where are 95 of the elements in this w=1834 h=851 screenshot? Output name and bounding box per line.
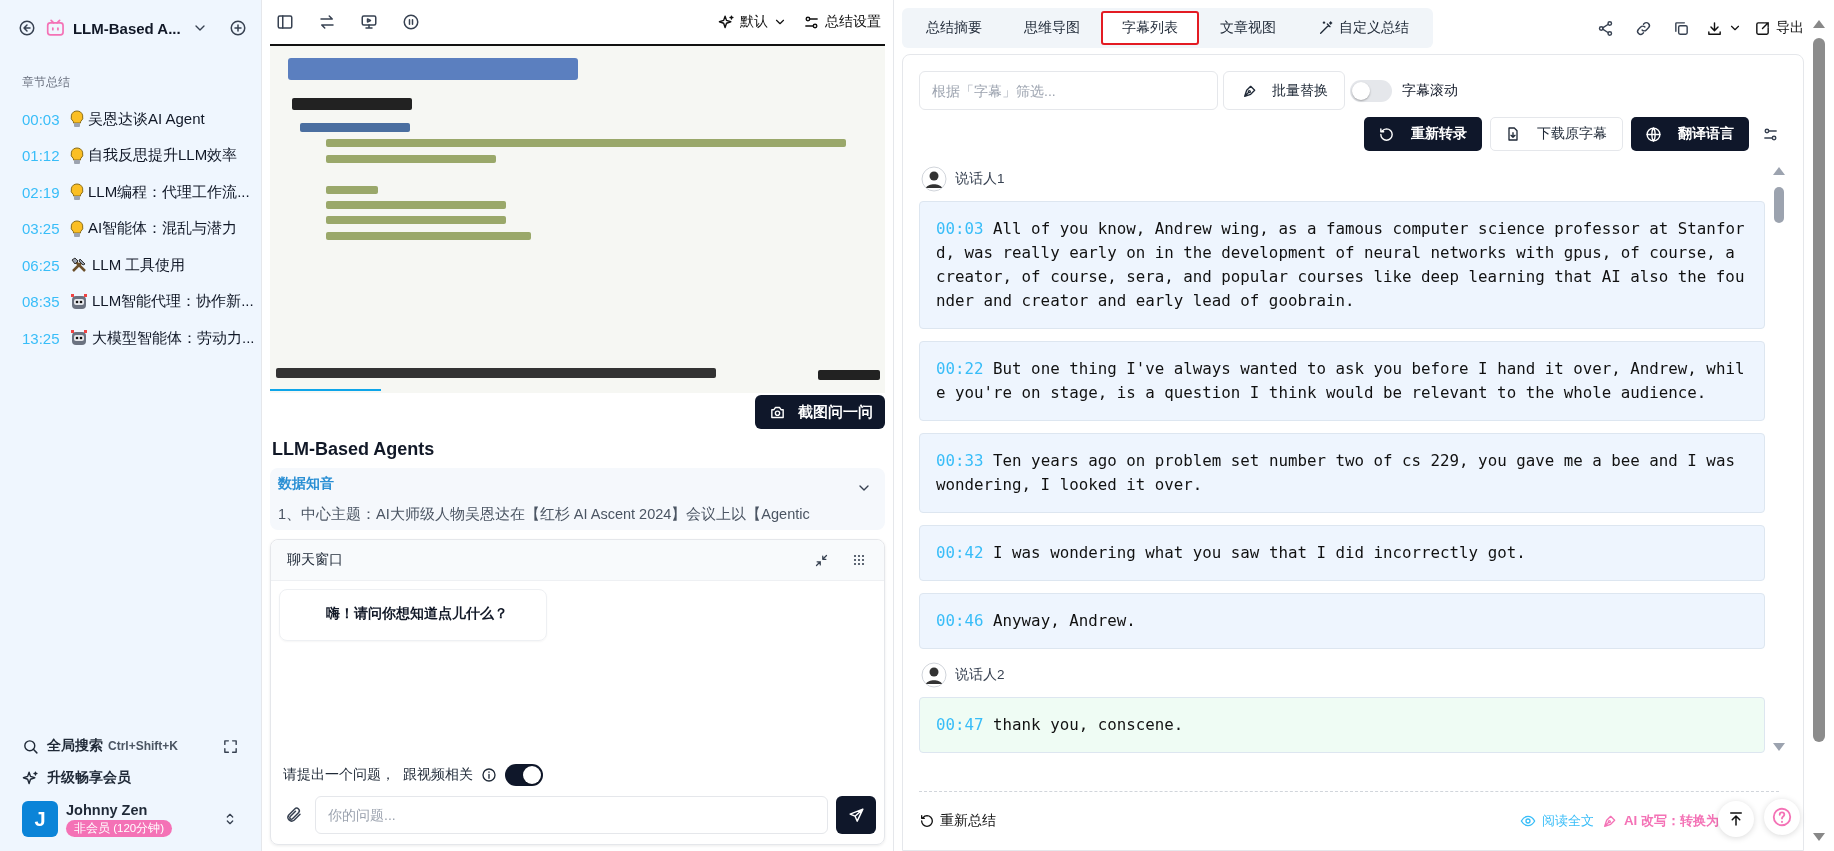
attach-icon[interactable]	[285, 806, 303, 824]
subtitle-segment[interactable]: 00:46 Anyway, Andrew.	[919, 593, 1765, 649]
sparkle-icon	[718, 13, 735, 31]
speaker-avatar	[921, 662, 947, 688]
download-icon	[1706, 19, 1723, 37]
scroll-thumb[interactable]	[1774, 187, 1784, 223]
tab[interactable]: 总结摘要	[905, 11, 1003, 45]
share-icon[interactable]	[1596, 19, 1614, 37]
refresh-icon	[919, 813, 935, 829]
chapter-item[interactable]: 08:35 LLM智能代理：协作新...	[0, 283, 261, 320]
file-download-icon	[1505, 126, 1521, 142]
filter-field[interactable]: 根据「字幕」筛选...	[919, 71, 1218, 110]
scroll-thumb[interactable]	[1813, 38, 1825, 742]
chapter-item[interactable]: 13:25 大模型智能体：劳动力...	[0, 320, 261, 357]
lightbulb-icon	[70, 183, 84, 202]
lightbulb-icon	[70, 146, 84, 165]
search-label[interactable]: 全局搜索	[47, 737, 103, 755]
chapter-item[interactable]: 03:25 AI智能体：混乱与潜力	[0, 210, 261, 247]
link-icon[interactable]	[1634, 19, 1652, 37]
speaker-name: 说话人2	[955, 666, 1005, 684]
subtitle-segment[interactable]: 00:03 All of you know, Andrew wing, as a famous computer science professor at Stanford, was really early on in the development of neural networks with gpus, of course, a creator, of course, sera, and popular courses like deep learning that AI also the founder and creator and early lead of goobrain.	[919, 201, 1765, 329]
copy-icon[interactable]	[1672, 19, 1690, 37]
send-button[interactable]	[836, 796, 876, 834]
tab[interactable]: 思维导图	[1003, 11, 1101, 45]
eye-icon	[1519, 813, 1536, 829]
upgrade-link[interactable]: 升级畅享会员	[47, 769, 131, 787]
regenerate-button[interactable]: 重新总结	[919, 812, 996, 830]
summary-text: 1、中心主题：AI大师级人物吴恩达在【红杉 AI Ascent 2024】会议上以【Agentic	[278, 505, 811, 524]
refresh-icon	[1378, 125, 1395, 143]
robot-icon	[70, 292, 88, 311]
section-label: 章节总结	[22, 74, 71, 91]
swap-icon[interactable]	[318, 13, 336, 31]
chat-message: 嗨！请问你想知道点儿什么？	[279, 589, 547, 641]
chapter-item[interactable]: 06:25 LLM 工具使用	[0, 247, 261, 284]
screenshot-ask-button[interactable]: 截图问一问	[755, 395, 885, 429]
action-button[interactable]: 翻译语言	[1631, 117, 1749, 151]
info-icon	[481, 767, 497, 783]
grid-icon[interactable]	[851, 552, 867, 568]
tab[interactable]: 文章视图	[1199, 11, 1297, 45]
export-button[interactable]: 导出	[1754, 19, 1804, 37]
tab[interactable]: 字幕列表	[1101, 11, 1199, 45]
back-to-top-button[interactable]	[1718, 801, 1754, 837]
sparkle-icon	[22, 769, 39, 787]
lightbulb-icon	[70, 110, 84, 129]
membership-badge: 非会员 (120分钟)	[66, 819, 173, 837]
action-button[interactable]: 重新转录	[1364, 117, 1482, 151]
lightbulb-icon	[70, 219, 84, 238]
action-button[interactable]: 下载原字幕	[1490, 117, 1623, 151]
export-icon	[1754, 19, 1771, 37]
summary-title: LLM-Based Agents	[272, 439, 436, 460]
subtitle-scroll-label: 字幕滚动	[1402, 81, 1458, 100]
help-button[interactable]	[1764, 799, 1800, 835]
globe-icon	[1645, 125, 1662, 143]
question-hint: 请提出一个问题，	[283, 766, 395, 784]
speaker-name: 说话人1	[955, 170, 1005, 188]
screen-icon[interactable]	[360, 13, 378, 31]
chapter-item[interactable]: 01:12 自我反思提升LLM效率	[0, 137, 261, 174]
pause-icon[interactable]	[402, 13, 420, 31]
robot-tv-icon	[46, 18, 65, 38]
subtitle-scroll-toggle[interactable]	[1350, 79, 1392, 102]
minimize-icon[interactable]	[813, 552, 829, 568]
back-icon[interactable]	[18, 19, 37, 37]
subtitle-segment[interactable]: 00:42 I was wondering what you saw that I did incorrectly got.	[919, 525, 1765, 581]
source-label: 数据知音	[278, 475, 335, 493]
wand-icon	[1318, 20, 1334, 36]
mode-dropdown[interactable]: 默认	[718, 13, 787, 31]
arrow-up-icon	[1727, 810, 1745, 828]
video-title: LLM-Based A...	[72, 19, 181, 37]
send-icon	[847, 806, 865, 824]
sidebar-toggle-icon[interactable]	[276, 13, 294, 31]
chapter-item[interactable]: 02:19 LLM编程：代理工作流...	[0, 174, 261, 211]
add-icon[interactable]	[228, 19, 247, 37]
robot-icon	[70, 329, 88, 348]
chapter-item[interactable]: 00:03 吴恩达谈AI Agent	[0, 101, 261, 138]
keyboard-shortcut: Ctrl+Shift+K	[108, 739, 178, 753]
subtitle-segment[interactable]: 00:33 Ten years ago on problem set number two of cs 229, you gave me a bee and I was wondering, I looked it over.	[919, 433, 1765, 513]
fullscreen-icon[interactable]	[221, 737, 239, 755]
question-input[interactable]: 你的问题...	[315, 796, 828, 834]
related-label: 跟视频相关	[403, 766, 473, 784]
search-icon	[22, 737, 39, 755]
download-button[interactable]	[1706, 19, 1742, 37]
scroll-down-icon[interactable]	[1813, 833, 1825, 841]
help-icon	[1771, 806, 1793, 828]
chat-title: 聊天窗口	[287, 551, 344, 569]
tab[interactable]: 自定义总结	[1297, 11, 1430, 45]
user-avatar: J	[22, 801, 58, 837]
subtitle-segment[interactable]: 00:22 But one thing I've always wanted to ask you before I hand it over, Andrew, while you're on stage, is a question I think would be relevant to the whole audience.	[919, 341, 1765, 421]
batch-replace-button[interactable]: 批量替换	[1223, 71, 1345, 110]
subtitle-segment[interactable]: 00:47 thank you, conscene.	[919, 697, 1765, 753]
speaker-avatar	[921, 166, 947, 192]
related-toggle[interactable]	[505, 764, 543, 786]
pen-icon	[1601, 813, 1618, 829]
user-name: Johnny Zen	[66, 801, 148, 818]
summary-settings-button[interactable]: 总结设置	[803, 13, 881, 31]
scroll-up-icon[interactable]	[1813, 20, 1825, 28]
